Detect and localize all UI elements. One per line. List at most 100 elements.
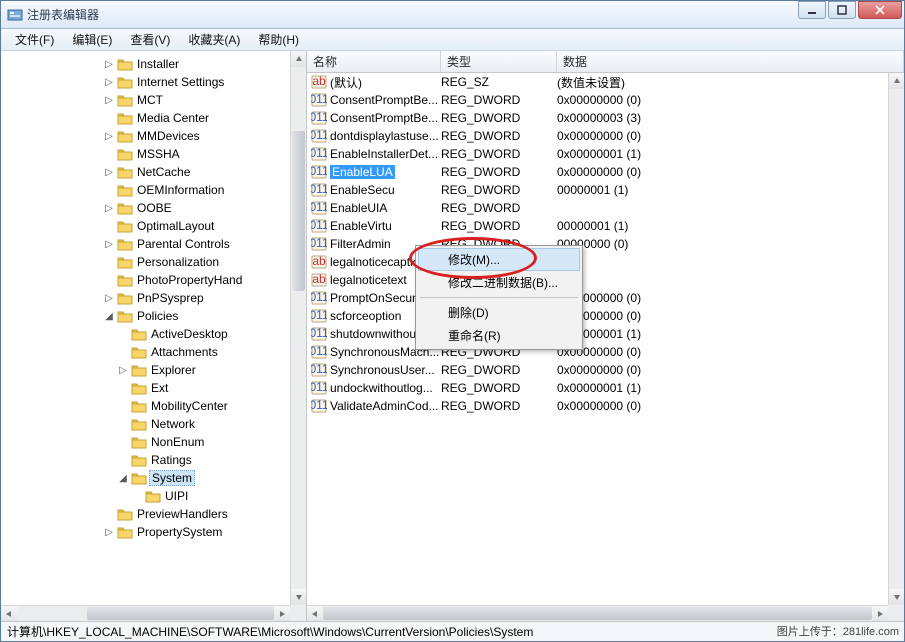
tree-item[interactable]: ◢System (5, 469, 290, 487)
scroll-up-icon[interactable] (291, 51, 307, 67)
tree-item[interactable]: MSSHA (5, 145, 290, 163)
value-row[interactable]: 011SynchronousUser...REG_DWORD0x00000000… (307, 361, 888, 379)
scroll-down-icon[interactable] (291, 589, 307, 605)
scroll-down-icon[interactable] (889, 589, 904, 605)
value-row[interactable]: 011PromptOnSecureD...REG_DWORD0x00000000… (307, 289, 888, 307)
value-row[interactable]: 011EnableUIAREG_DWORD (307, 199, 888, 217)
scroll-thumb-h[interactable] (87, 607, 274, 620)
titlebar[interactable]: 注册表编辑器 (1, 1, 904, 29)
tree-toggle-icon[interactable]: ▷ (103, 239, 115, 250)
svg-text:011: 011 (311, 344, 327, 358)
tree-item[interactable]: ▷OOBE (5, 199, 290, 217)
tree-item[interactable]: ◢Policies (5, 307, 290, 325)
menu-view[interactable]: 查看(V) (122, 29, 178, 50)
tree-toggle-icon[interactable]: ▷ (103, 293, 115, 304)
tree-item[interactable]: OptimalLayout (5, 217, 290, 235)
folder-icon (117, 111, 133, 125)
value-row[interactable]: ablegalnoticetextREG_SZ (307, 271, 888, 289)
value-type: REG_SZ (441, 75, 557, 89)
menu-file[interactable]: 文件(F) (7, 29, 62, 50)
tree-item[interactable]: Attachments (5, 343, 290, 361)
tree-toggle-icon[interactable]: ▷ (103, 131, 115, 142)
scroll-thumb-h[interactable] (323, 607, 872, 620)
tree-item[interactable]: PreviewHandlers (5, 505, 290, 523)
value-row[interactable]: 011scforceoptionREG_DWORD0x00000000 (0) (307, 307, 888, 325)
tree-scrollbar-h[interactable] (1, 605, 290, 621)
value-row[interactable]: 011EnableLUAREG_DWORD0x00000000 (0) (307, 163, 888, 181)
scroll-right-icon[interactable] (872, 606, 888, 622)
list-scrollbar-v[interactable] (888, 73, 904, 605)
col-name[interactable]: 名称 (307, 51, 441, 72)
tree-item[interactable]: ▷PnPSysprep (5, 289, 290, 307)
tree-item[interactable]: NonEnum (5, 433, 290, 451)
string-icon: ab (311, 254, 327, 270)
list-scrollbar-h[interactable] (307, 605, 888, 621)
tree-scrollbar-v[interactable] (290, 51, 306, 605)
tree-item[interactable]: OEMInformation (5, 181, 290, 199)
tree-toggle-icon[interactable]: ▷ (103, 59, 115, 70)
tree-toggle-icon[interactable]: ▷ (117, 365, 129, 376)
value-name: dontdisplaylastuse... (330, 129, 439, 143)
value-row[interactable]: 011ConsentPromptBe...REG_DWORD0x00000000… (307, 91, 888, 109)
tree-item[interactable]: Personalization (5, 253, 290, 271)
scroll-thumb[interactable] (292, 131, 305, 291)
scroll-right-icon[interactable] (274, 606, 290, 622)
menu-fav[interactable]: 收藏夹(A) (180, 29, 248, 50)
minimize-button[interactable] (798, 1, 826, 19)
value-row[interactable]: 011EnableVirtuREG_DWORD00000001 (1) (307, 217, 888, 235)
value-type: REG_DWORD (441, 111, 557, 125)
value-row[interactable]: 011ValidateAdminCod...REG_DWORD0x0000000… (307, 397, 888, 415)
value-row[interactable]: 011EnableSecuREG_DWORD00000001 (1) (307, 181, 888, 199)
tree-toggle-icon[interactable]: ◢ (117, 473, 129, 484)
tree-item[interactable]: ActiveDesktop (5, 325, 290, 343)
value-row[interactable]: 011ConsentPromptBe...REG_DWORD0x00000003… (307, 109, 888, 127)
menu-edit[interactable]: 编辑(E) (64, 29, 120, 50)
tree-toggle-icon[interactable]: ◢ (103, 311, 115, 322)
tree-item[interactable]: PhotoPropertyHand (5, 271, 290, 289)
tree-toggle-icon[interactable]: ▷ (103, 527, 115, 538)
tree-item[interactable]: Media Center (5, 109, 290, 127)
tree-toggle-icon[interactable]: ▷ (103, 167, 115, 178)
tree-toggle-icon[interactable]: ▷ (103, 95, 115, 106)
tree-item[interactable]: ▷PropertySystem (5, 523, 290, 541)
tree-toggle-icon[interactable]: ▷ (103, 203, 115, 214)
menu-delete[interactable]: 删除(D) (418, 301, 580, 324)
value-row[interactable]: 011shutdownwithoutl...REG_DWORD0x0000000… (307, 325, 888, 343)
tree-item[interactable]: Ext (5, 379, 290, 397)
col-type[interactable]: 类型 (441, 51, 557, 72)
value-row[interactable]: 011dontdisplaylastuse...REG_DWORD0x00000… (307, 127, 888, 145)
value-row[interactable]: 011SynchronousMach...REG_DWORD0x00000000… (307, 343, 888, 361)
tree-item[interactable]: ▷MCT (5, 91, 290, 109)
maximize-button[interactable] (828, 1, 856, 19)
tree-item[interactable]: Network (5, 415, 290, 433)
value-data: 0x00000000 (0) (557, 363, 888, 377)
scroll-left-icon[interactable] (307, 606, 323, 622)
tree-item[interactable]: ▷Installer (5, 55, 290, 73)
close-button[interactable] (858, 1, 902, 19)
tree-item[interactable]: ▷MMDevices (5, 127, 290, 145)
value-name: FilterAdmin (330, 237, 391, 251)
svg-text:011: 011 (311, 110, 327, 124)
tree-item[interactable]: ▷Internet Settings (5, 73, 290, 91)
tree-item[interactable]: MobilityCenter (5, 397, 290, 415)
value-row[interactable]: 011EnableInstallerDet...REG_DWORD0x00000… (307, 145, 888, 163)
value-row[interactable]: ablegalnoticecaptionREG_SZ (307, 253, 888, 271)
scroll-up-icon[interactable] (889, 73, 904, 89)
menu-help[interactable]: 帮助(H) (250, 29, 307, 50)
value-row[interactable]: ab(默认)REG_SZ(数值未设置) (307, 73, 888, 91)
scroll-left-icon[interactable] (1, 606, 17, 622)
menu-modify[interactable]: 修改(M)... (418, 248, 580, 271)
value-row[interactable]: 011undockwithoutlog...REG_DWORD0x0000000… (307, 379, 888, 397)
menu-modify-binary[interactable]: 修改二进制数据(B)... (418, 271, 580, 294)
tree-item[interactable]: UIPI (5, 487, 290, 505)
value-row[interactable]: 011FilterAdminREG_DWORD00000000 (0) (307, 235, 888, 253)
tree-item[interactable]: ▷NetCache (5, 163, 290, 181)
col-data[interactable]: 数据 (557, 51, 904, 72)
tree-item[interactable]: Ratings (5, 451, 290, 469)
value-data: 00000000 (0) (557, 237, 888, 251)
tree-item[interactable]: ▷Explorer (5, 361, 290, 379)
tree-toggle-icon[interactable]: ▷ (103, 77, 115, 88)
menu-rename[interactable]: 重命名(R) (418, 324, 580, 347)
svg-text:011: 011 (311, 218, 327, 232)
tree-item[interactable]: ▷Parental Controls (5, 235, 290, 253)
